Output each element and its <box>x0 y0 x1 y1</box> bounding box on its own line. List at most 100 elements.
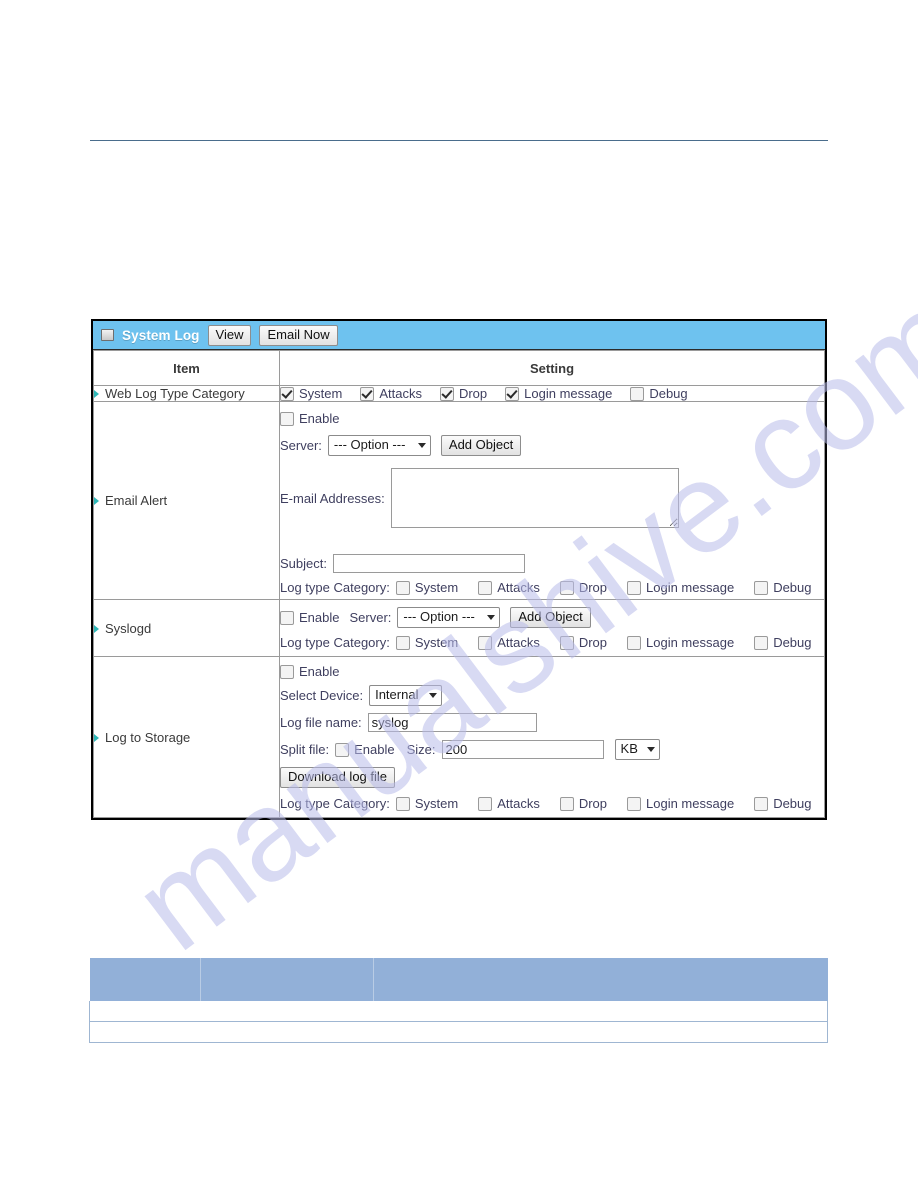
bottom-table-header-cell-2 <box>200 958 374 1001</box>
checkbox-box-icon[interactable] <box>478 796 493 811</box>
checkbox-web-log-debug[interactable]: Debug <box>630 386 688 401</box>
checkbox-email-log-debug[interactable]: Debug <box>754 580 812 595</box>
email-addresses-textarea[interactable] <box>390 468 679 528</box>
panel-header: System Log View Email Now <box>93 321 825 350</box>
checkbox-box-icon[interactable] <box>335 742 350 757</box>
checkbox-storage-log-system[interactable]: System <box>395 796 458 811</box>
size-unit-select[interactable]: KB <box>614 739 660 760</box>
system-log-panel: System Log View Email Now Item Setting W… <box>91 319 827 820</box>
checkbox-label: Login message <box>646 796 735 811</box>
checkbox-label: Enable <box>299 411 340 426</box>
checkbox-box-icon[interactable] <box>630 386 645 401</box>
checkbox-storage-log-login-message[interactable]: Login message <box>627 796 734 811</box>
checkbox-syslogd-enable[interactable]: Enable <box>280 610 339 625</box>
server-label: Server: <box>280 438 322 453</box>
table-header-row: Item Setting <box>93 350 825 386</box>
checkbox-box-icon[interactable] <box>395 635 410 650</box>
checkbox-box-icon[interactable] <box>559 580 574 595</box>
checkbox-email-log-system[interactable]: System <box>395 580 459 595</box>
checkbox-box-icon[interactable] <box>478 580 493 595</box>
column-header-setting: Setting <box>279 350 825 386</box>
subject-input[interactable] <box>332 554 525 573</box>
checkbox-label: Debug <box>773 635 812 650</box>
size-input[interactable] <box>441 740 604 759</box>
checkbox-syslogd-log-debug[interactable]: Debug <box>754 635 812 650</box>
item-label-email-alert: Email Alert <box>105 493 168 508</box>
checkbox-web-log-login-message[interactable]: Login message <box>505 386 612 401</box>
checkbox-box-icon[interactable] <box>360 386 375 401</box>
download-log-file-button[interactable]: Download log file <box>280 767 396 788</box>
checkbox-box-icon[interactable] <box>754 796 769 811</box>
checkbox-box-icon[interactable] <box>559 635 574 650</box>
checkbox-label: System <box>414 580 459 595</box>
checkbox-label: System <box>414 635 459 650</box>
checkbox-box-icon[interactable] <box>280 664 294 679</box>
setting-cell-syslogd: Enable Server: --- Option --- Add Object… <box>279 599 825 657</box>
bottom-reference-table <box>89 958 828 1043</box>
item-label-syslogd: Syslogd <box>105 620 152 636</box>
checkbox-label: Enable <box>299 664 340 679</box>
syslogd-add-object-button[interactable]: Add Object <box>510 607 591 628</box>
checkbox-email-log-attacks[interactable]: Attacks <box>478 580 540 595</box>
checkbox-storage-enable[interactable]: Enable <box>280 664 339 679</box>
checkbox-syslogd-log-login-message[interactable]: Login message <box>627 635 734 650</box>
checkbox-email-log-login-message[interactable]: Login message <box>627 580 734 595</box>
item-label-log-to-storage: Log to Storage <box>105 729 191 745</box>
checkbox-email-log-drop[interactable]: Drop <box>559 580 607 595</box>
item-cell-web-log: Web Log Type Category <box>93 385 280 402</box>
bottom-table-cell <box>89 1001 828 1022</box>
select-device-select[interactable]: Internal <box>369 685 443 706</box>
column-header-item: Item <box>93 350 280 386</box>
select-value: --- Option --- <box>333 437 406 452</box>
checkbox-storage-log-attacks[interactable]: Attacks <box>478 796 540 811</box>
checkbox-web-log-system[interactable]: System <box>280 386 342 401</box>
checkbox-box-icon[interactable] <box>280 610 294 625</box>
log-file-name-row: Log file name: <box>280 713 824 732</box>
email-alert-enable-row: Enable <box>280 411 824 426</box>
checkbox-box-icon[interactable] <box>627 580 642 595</box>
email-now-button[interactable]: Email Now <box>259 324 338 346</box>
checkbox-storage-log-drop[interactable]: Drop <box>559 796 608 811</box>
checkbox-syslogd-log-system[interactable]: System <box>395 635 459 650</box>
checkbox-label: Debug <box>773 796 812 811</box>
select-device-label: Select Device: <box>280 688 364 703</box>
log-file-name-input[interactable] <box>367 713 537 732</box>
checkbox-box-icon[interactable] <box>505 386 520 401</box>
syslogd-server-select[interactable]: --- Option --- <box>397 607 501 628</box>
checkbox-box-icon[interactable] <box>395 796 410 811</box>
split-file-row: Split file: Enable Size: KB <box>280 739 824 760</box>
chevron-down-icon <box>417 442 426 448</box>
checkbox-box-icon[interactable] <box>754 635 769 650</box>
email-alert-add-object-button[interactable]: Add Object <box>440 435 522 456</box>
view-button[interactable]: View <box>207 324 252 346</box>
checkbox-syslogd-log-attacks[interactable]: Attacks <box>478 635 540 650</box>
checkbox-box-icon[interactable] <box>280 386 294 401</box>
checkbox-web-log-drop[interactable]: Drop <box>439 386 487 401</box>
checkbox-label: Login message <box>524 386 613 401</box>
checkbox-box-icon[interactable] <box>395 580 410 595</box>
subject-row: Subject: <box>280 554 824 573</box>
checkbox-box-icon[interactable] <box>280 411 294 426</box>
select-value: Internal <box>375 687 419 702</box>
checkbox-label: Enable <box>299 610 340 625</box>
checkbox-syslogd-log-drop[interactable]: Drop <box>559 635 607 650</box>
checkbox-box-icon[interactable] <box>439 386 454 401</box>
bullet-triangle-icon <box>94 733 99 742</box>
checkbox-label: Drop <box>578 796 608 811</box>
checkbox-box-icon[interactable] <box>627 796 642 811</box>
setting-cell-log-to-storage: Enable Select Device: Internal Log file … <box>279 656 825 818</box>
checkbox-box-icon[interactable] <box>754 580 769 595</box>
email-alert-server-select[interactable]: --- Option --- <box>327 435 431 456</box>
syslogd-enable-server-row: Enable Server: --- Option --- Add Object <box>280 607 824 628</box>
checkbox-split-file-enable[interactable]: Enable <box>335 742 395 757</box>
checkbox-email-alert-enable[interactable]: Enable <box>280 411 339 426</box>
email-alert-server-row: Server: --- Option --- Add Object <box>280 435 824 456</box>
checkbox-box-icon[interactable] <box>478 635 493 650</box>
table-row-syslogd: Syslogd Enable Server: --- Option --- Ad… <box>93 599 825 657</box>
checkbox-storage-log-debug[interactable]: Debug <box>754 796 812 811</box>
checkbox-box-icon[interactable] <box>627 635 642 650</box>
syslogd-server-label: Server: <box>349 610 392 625</box>
checkbox-box-icon[interactable] <box>559 796 574 811</box>
item-cell-syslogd: Syslogd <box>93 599 280 657</box>
checkbox-web-log-attacks[interactable]: Attacks <box>360 386 422 401</box>
